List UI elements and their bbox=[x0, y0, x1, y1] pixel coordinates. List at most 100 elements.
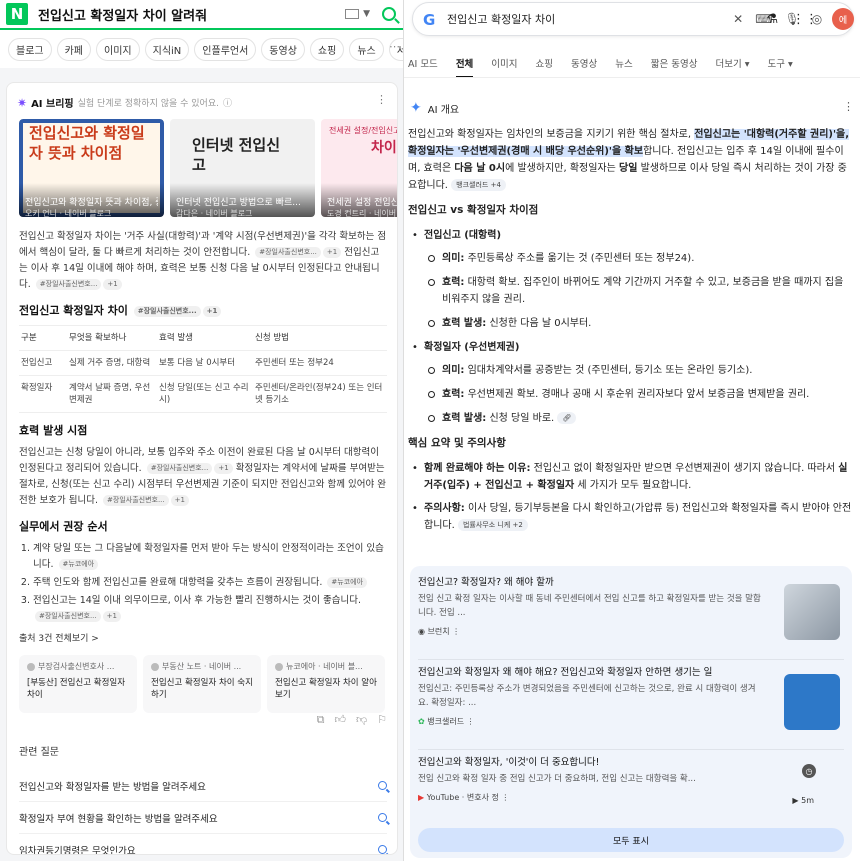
ai-overview-header: ✦ AI 개요 bbox=[410, 100, 459, 116]
video-duration: 5m bbox=[801, 796, 814, 805]
kebab-menu-icon[interactable]: ⋮ bbox=[501, 793, 509, 802]
source-cards: 부장검사출신변호사 ... [부동산] 전입신고 확정일자 차이 부동산 노트 … bbox=[19, 655, 387, 713]
ai-overview-body: 전입신고와 확정일자는 임차인의 보증금을 지키기 위한 핵심 절차로, 전입신… bbox=[408, 126, 854, 540]
thumbnail-small-text: 전세권 설정/전입신고 bbox=[329, 126, 398, 135]
source-chip[interactable]: #장일사출신변호... bbox=[35, 279, 102, 290]
section-title: 핵심 요약 및 주의사항 bbox=[408, 437, 506, 449]
source-card[interactable]: 뉴코에아 · 네이버 블... 전입신고 확정일자 차이 알아보기 bbox=[267, 655, 385, 713]
tab-video[interactable]: 동영상 bbox=[261, 38, 305, 61]
effect-paragraph: 전입신고는 신청 당일이 아니라, 보통 입주와 주소 이전이 완료된 다음 날… bbox=[19, 447, 387, 506]
sparkle-icon: ✦ bbox=[410, 100, 422, 116]
apps-grid-icon[interactable]: ⋮⋮ bbox=[792, 12, 818, 27]
google-tabs: AI 모드 전체 이미지 쇼핑 동영상 뉴스 짧은 동영상 더보기 ▾ 도구 ▾ bbox=[408, 56, 793, 78]
related-question[interactable]: 임차권등기명령은 무엇인가요 bbox=[19, 834, 387, 854]
tab-images[interactable]: 이미지 bbox=[96, 38, 140, 61]
clear-icon[interactable]: ✕ bbox=[733, 12, 743, 26]
thumbnail-source: 오키 언니 · 네이버 블로그 bbox=[25, 209, 112, 217]
naver-tabs: 블로그 카페 이미지 지식iN 인플루언서 동영상 쇼핑 뉴스 서 › bbox=[8, 38, 404, 61]
tab-tools[interactable]: 도구 ▾ bbox=[768, 56, 793, 78]
avatar bbox=[151, 662, 159, 671]
tab-divider bbox=[404, 77, 860, 78]
tab-video[interactable]: 동영상 bbox=[571, 56, 597, 78]
tab-influencer[interactable]: 인플루언서 bbox=[194, 38, 257, 61]
show-all-button[interactable]: 모두 표시 bbox=[418, 828, 844, 852]
related-question[interactable]: 확정일자 부여 현황을 확인하는 방법을 알려주세요 bbox=[19, 802, 387, 834]
ai-briefing-subtitle: 실험 단계로 정확하지 않을 수 있어요. bbox=[77, 99, 219, 109]
source-card-title: 전입신고? 확정일자? 왜 해야 할까 bbox=[418, 577, 554, 588]
kebab-menu-icon[interactable]: ⋮ bbox=[452, 627, 460, 636]
list-item: 효력 발생: 신청 당일 바로. 🔗︎ bbox=[428, 410, 854, 427]
card-thumbnail bbox=[784, 584, 840, 640]
thumbs-up-icon[interactable]: 👍︎ bbox=[334, 713, 346, 727]
tab-short-video[interactable]: 짧은 동영상 bbox=[651, 56, 698, 78]
tab-shopping[interactable]: 쇼핑 bbox=[309, 38, 345, 61]
tab-shopping[interactable]: 쇼핑 bbox=[536, 56, 553, 78]
source-card-desc: 전입신고: 주민등록상 주소가 변경되었음을 주민센터에 신고하는 것으로, 완… bbox=[418, 684, 756, 708]
table-row: 전입신고 실제 거주 증명, 대항력 보통 다음 날 0시부터 주민센터 또는 … bbox=[19, 350, 387, 376]
tab-ai-mode[interactable]: AI 모드 bbox=[408, 56, 438, 78]
comparison-table: 구분 무엇을 확보하나 효력 발생 신청 방법 전입신고 실제 거주 증명, 대… bbox=[19, 325, 387, 413]
source-card[interactable]: 부동산 노트 · 네이버 ... 전입신고 확정일자 차이 숙지하기 bbox=[143, 655, 261, 713]
tab-blog[interactable]: 블로그 bbox=[8, 38, 52, 61]
section-title: 전입신고 vs 확정일자 차이점 bbox=[408, 204, 539, 216]
more-dots-icon[interactable]: ⋯ bbox=[389, 40, 400, 53]
tab-cafe[interactable]: 카페 bbox=[56, 38, 92, 61]
source-card[interactable]: 전입신고? 확정일자? 왜 해야 할까 전입 신고 확정 일자는 이사할 때 동… bbox=[418, 574, 844, 660]
list-item: 확정일자 (우선변제권) 의미: 임대차계약서를 공증받는 것 (주민센터, 등… bbox=[412, 339, 854, 427]
tab-images[interactable]: 이미지 bbox=[491, 56, 517, 78]
source-chip[interactable]: #장일사출신변호... bbox=[255, 247, 321, 258]
thumbnail-source: 갑다은 · 네이버 블로그 bbox=[176, 209, 253, 217]
search-icon[interactable] bbox=[382, 7, 396, 21]
thumbs-down-icon[interactable]: 👎︎ bbox=[356, 713, 367, 727]
naver-search-bar[interactable]: N 전입신고 확정일자 차이 알려줘 ▼ bbox=[0, 0, 404, 30]
tab-more[interactable]: 더보기 ▾ bbox=[715, 56, 749, 78]
source-chip[interactable]: 뱅크샐러드 +4 bbox=[451, 179, 506, 191]
related-title: 관련 질문 bbox=[19, 747, 59, 758]
info-icon[interactable]: ⓘ bbox=[223, 96, 232, 109]
list-item: 함께 완료해야 하는 이유: 전입신고 없이 확정일자만 받으면 우선변제권이 … bbox=[412, 460, 854, 494]
source-card[interactable]: 부장검사출신변호사 ... [부동산] 전입신고 확정일자 차이 bbox=[19, 655, 137, 713]
google-logo-icon[interactable]: G bbox=[423, 11, 439, 29]
related-questions: 관련 질문 전입신고와 확정일자를 받는 방법을 알려주세요 확정일자 부여 현… bbox=[19, 743, 387, 854]
copy-icon[interactable]: ⧉ bbox=[317, 713, 325, 727]
comparison-list: 전입신고 (대항력) 의미: 주민등록상 주소를 옮기는 것 (주민센터 또는 … bbox=[408, 227, 854, 427]
thumbnail-2[interactable]: 인터넷 전입신고 인터넷 전입신고 방법으로 빠르... 갑다은 · 네이버 블… bbox=[170, 119, 315, 217]
kebab-menu-icon[interactable]: ⋮ bbox=[467, 717, 475, 726]
link-icon[interactable]: 🔗︎ bbox=[557, 412, 577, 424]
naver-pane: N 전입신고 확정일자 차이 알려줘 ▼ 블로그 카페 이미지 지식iN 인플루… bbox=[0, 0, 404, 861]
keyboard-icon[interactable] bbox=[345, 9, 360, 19]
site-icon: ✿ bbox=[418, 717, 425, 726]
avatar[interactable]: 에 bbox=[832, 8, 854, 30]
naver-logo[interactable]: N bbox=[6, 3, 28, 25]
clock-icon: ◷ bbox=[802, 764, 816, 778]
play-icon[interactable]: ▶ bbox=[792, 796, 798, 805]
search-icon bbox=[378, 781, 387, 790]
thumbnail-3[interactable]: 전세권 설정/전입신고 차이 전세권 설정 전입신... 도경 컨트리 · 네이… bbox=[321, 119, 398, 217]
tab-all[interactable]: 전체 bbox=[455, 56, 474, 78]
tab-news[interactable]: 뉴스 bbox=[349, 38, 384, 61]
source-card-title: 전입신고와 확정일자 왜 해야 해요? 전입신고와 확정일자 안하면 생기는 일 bbox=[418, 667, 713, 678]
labs-icon[interactable]: ⚗ bbox=[766, 12, 778, 27]
kebab-menu-icon[interactable]: ⋮ bbox=[843, 100, 854, 113]
tab-news[interactable]: 뉴스 bbox=[615, 56, 632, 78]
naver-search-input[interactable]: 전입신고 확정일자 차이 알려줘 bbox=[38, 5, 345, 24]
kebab-menu-icon[interactable]: ⋮ bbox=[376, 93, 387, 106]
list-item: 효력 발생: 신청한 다음 날 0시부터. bbox=[428, 315, 854, 332]
source-chip[interactable]: 법률사무소 니케 +2 bbox=[457, 519, 528, 531]
chevron-down-icon[interactable]: ▼ bbox=[363, 9, 370, 19]
google-search-input[interactable]: 전입신고 확정일자 차이 bbox=[447, 11, 733, 27]
thumbnail-1[interactable]: 전입신고와 확정일자 뜻과 차이점 전입신고와 확정일자 뜻과 차이점, 중요성… bbox=[19, 119, 164, 217]
related-question[interactable]: 전입신고와 확정일자를 받는 방법을 알려주세요 bbox=[19, 770, 387, 802]
view-all-sources-link[interactable]: 출처 3건 전체보기 > bbox=[19, 631, 387, 647]
tab-kin[interactable]: 지식iN bbox=[144, 38, 190, 61]
thumbnail-text: 인터넷 전입신고 bbox=[192, 136, 281, 174]
source-card-desc: 전입 신고 확정 일자는 이사할 때 동네 주민센터에서 전입 신고를 하고 확… bbox=[418, 594, 761, 618]
source-card[interactable]: 전입신고와 확정일자 왜 해야 해요? 전입신고와 확정일자 안하면 생기는 일… bbox=[418, 664, 844, 750]
search-icon bbox=[378, 813, 387, 822]
table-title: 전입신고 확정일자 차이 #장일사출신변호... +1 bbox=[19, 303, 387, 319]
report-icon[interactable]: ⚐ bbox=[377, 713, 387, 727]
ai-briefing-card: ✷ AI 브리핑 실험 단계로 정확하지 않을 수 있어요. ⓘ ⋮ 전입신고와… bbox=[6, 82, 398, 855]
list-item: 전입신고 (대항력) 의미: 주민등록상 주소를 옮기는 것 (주민센터 또는 … bbox=[412, 227, 854, 332]
thumbnail-text: 차이 bbox=[371, 140, 397, 156]
source-cards-panel: 전입신고? 확정일자? 왜 해야 할까 전입 신고 확정 일자는 이사할 때 동… bbox=[410, 566, 852, 858]
